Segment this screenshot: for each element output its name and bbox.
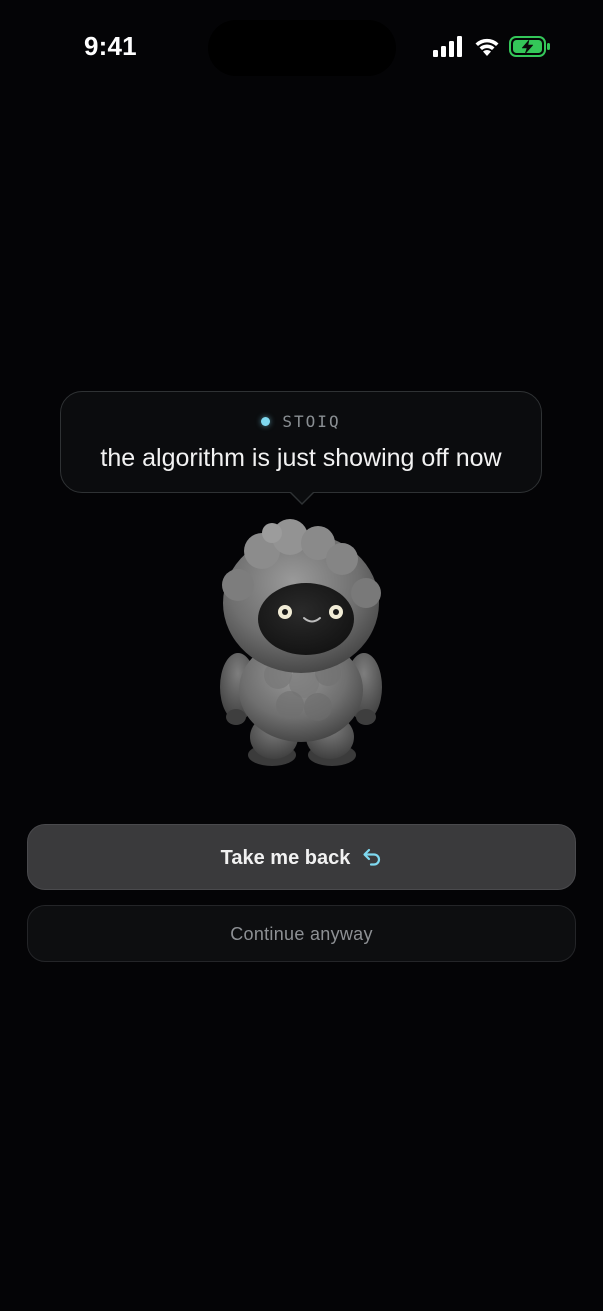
undo-arrow-icon — [363, 848, 381, 866]
wifi-icon — [475, 38, 499, 56]
bubble-tail-inner — [291, 492, 313, 503]
battery-charging-icon — [509, 36, 550, 57]
continue-anyway-button[interactable]: Continue anyway — [27, 905, 576, 962]
take-me-back-button[interactable]: Take me back — [27, 824, 576, 890]
brand-label: STOIQ — [282, 412, 341, 431]
dynamic-island — [208, 20, 396, 76]
continue-anyway-label: Continue anyway — [230, 924, 373, 944]
take-me-back-label: Take me back — [220, 847, 351, 869]
fluffy-yeti-mascot — [220, 519, 382, 766]
bubble-header: STOIQ — [61, 412, 541, 431]
brand-dot-icon — [261, 417, 271, 426]
status-time: 9:41 — [84, 31, 137, 61]
screen: 9:41 STOIQ the algorithm is just showing… — [0, 0, 603, 1311]
speech-bubble: STOIQ the algorithm is just showing off … — [60, 391, 542, 493]
cellular-signal-icon — [433, 36, 462, 57]
bubble-message: the algorithm is just showing off now — [100, 444, 502, 472]
status-icons — [433, 36, 551, 62]
